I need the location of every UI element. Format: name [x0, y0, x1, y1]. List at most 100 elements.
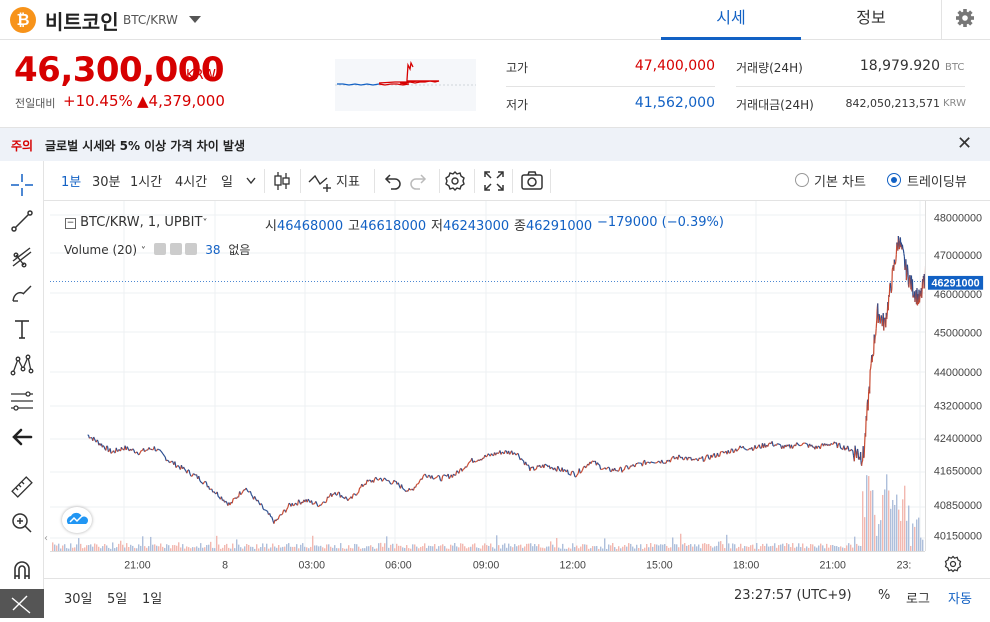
zoom-in-icon[interactable]: [6, 507, 38, 539]
text-icon[interactable]: [6, 313, 38, 345]
range-30d[interactable]: 30일: [64, 588, 93, 607]
volume-bar: [178, 542, 179, 551]
price-segment: [907, 265, 908, 272]
price-segment: [656, 462, 657, 463]
arrow-left-icon[interactable]: [6, 421, 38, 453]
price-segment: [510, 452, 511, 454]
close-icon[interactable]: ✕: [957, 133, 972, 154]
price-segment: [226, 501, 227, 502]
gear-icon[interactable]: [170, 243, 182, 255]
chevron-down-icon[interactable]: ˅: [202, 218, 207, 229]
volume-bar: [708, 544, 709, 551]
close-icon[interactable]: [185, 243, 197, 255]
trend-line-icon[interactable]: [6, 205, 38, 237]
range-1d[interactable]: 1일: [142, 588, 162, 607]
undo-icon[interactable]: [381, 170, 403, 196]
hide-drawings-button[interactable]: [0, 589, 44, 618]
eye-icon[interactable]: [154, 243, 166, 255]
price-segment: [730, 449, 731, 453]
price-segment: [217, 492, 218, 497]
price-segment: [348, 499, 349, 501]
range-5d[interactable]: 5일: [107, 588, 127, 607]
price-segment: [154, 446, 155, 450]
fullscreen-icon[interactable]: [483, 170, 505, 196]
price-segment: [116, 448, 117, 451]
volume-bar: [888, 490, 889, 551]
price-segment: [586, 466, 587, 468]
ruler-icon[interactable]: [6, 471, 38, 503]
chart-settings-icon[interactable]: [443, 169, 467, 197]
volume-bar: [288, 543, 289, 551]
divider: [300, 169, 301, 193]
scroll-left-handle[interactable]: ‹: [44, 533, 52, 549]
basic-chart-label[interactable]: 기본 차트: [814, 171, 866, 190]
indicator-label[interactable]: 지표: [336, 171, 360, 190]
volume-bar: [876, 536, 877, 551]
auto-toggle[interactable]: 자동: [948, 588, 972, 607]
interval-day[interactable]: 일: [221, 171, 233, 190]
price-segment: [251, 495, 252, 497]
tab-info[interactable]: 정보: [801, 0, 941, 40]
chevron-down-icon[interactable]: ˅: [141, 246, 146, 257]
price-segment: [349, 498, 350, 499]
y-tick-label: 42400000: [934, 433, 982, 445]
interval-4h[interactable]: 4시간: [175, 171, 207, 190]
interval-1h[interactable]: 1시간: [130, 171, 162, 190]
camera-icon[interactable]: [520, 170, 544, 196]
ohlc-open: 시46468000: [265, 215, 343, 234]
radio-tradingview[interactable]: [887, 173, 901, 187]
axis-settings-icon[interactable]: [943, 553, 963, 579]
tradingview-logo[interactable]: [62, 507, 92, 533]
volume-bar: [672, 537, 673, 551]
price-segment: [265, 510, 266, 511]
x-tick-label: 12:00: [559, 559, 586, 571]
chevron-down-icon[interactable]: [189, 16, 201, 23]
interval-30m[interactable]: 30분: [92, 171, 121, 190]
pitchfork-icon[interactable]: [6, 241, 38, 273]
volume-bar: [526, 544, 527, 551]
price-axis[interactable]: 4800000047000000460000004500000044000000…: [925, 201, 990, 551]
brush-icon[interactable]: [6, 277, 38, 309]
indicator-icon[interactable]: [308, 170, 334, 196]
price-segment: [897, 243, 898, 245]
tab-quote[interactable]: 시세: [661, 0, 801, 40]
price-segment: [626, 465, 627, 466]
pattern-icon[interactable]: [6, 349, 38, 381]
price-segment: [419, 480, 420, 483]
radio-basic-chart[interactable]: [795, 173, 809, 187]
price-segment: [190, 474, 191, 476]
chevron-down-icon[interactable]: [246, 174, 256, 189]
collapse-icon[interactable]: −: [65, 218, 76, 229]
percent-toggle[interactable]: %: [878, 588, 890, 603]
volume-bar: [904, 486, 905, 551]
price-segment: [379, 478, 380, 480]
price-segment: [858, 449, 859, 452]
crosshair-icon[interactable]: [6, 169, 38, 201]
volume-bar: [734, 544, 735, 551]
price-segment: [311, 500, 312, 504]
price-segment: [402, 484, 403, 488]
price-segment: [876, 328, 877, 335]
volume-bar: [454, 543, 455, 551]
price-segment: [243, 490, 244, 492]
candlestick-icon[interactable]: [271, 170, 293, 196]
price-segment: [912, 279, 913, 297]
log-toggle[interactable]: 로그: [906, 588, 930, 607]
price-segment: [728, 450, 729, 453]
tradingview-label[interactable]: 트레이딩뷰: [907, 171, 967, 190]
price-segment: [325, 502, 326, 503]
magnet-icon[interactable]: [6, 555, 38, 587]
redo-icon[interactable]: [408, 170, 430, 196]
interval-1m[interactable]: 1분: [61, 171, 81, 190]
fib-retracement-icon[interactable]: [6, 385, 38, 417]
chart-symbol[interactable]: − BTC/KRW, 1, UPBIT˅: [65, 215, 207, 230]
notice-tag: 주의: [11, 137, 33, 154]
price-segment: [133, 449, 134, 450]
price-segment: [615, 468, 616, 471]
time-axis[interactable]: 21:00803:0006:0009:0012:0015:0018:0021:0…: [50, 551, 925, 578]
volume-bar: [120, 541, 121, 551]
clock[interactable]: 23:27:57 (UTC+9): [734, 588, 852, 603]
volume-legend[interactable]: Volume (20) ˅ 38 없음: [64, 241, 250, 258]
volume-bar: [628, 543, 629, 551]
settings-button[interactable]: [941, 0, 990, 40]
